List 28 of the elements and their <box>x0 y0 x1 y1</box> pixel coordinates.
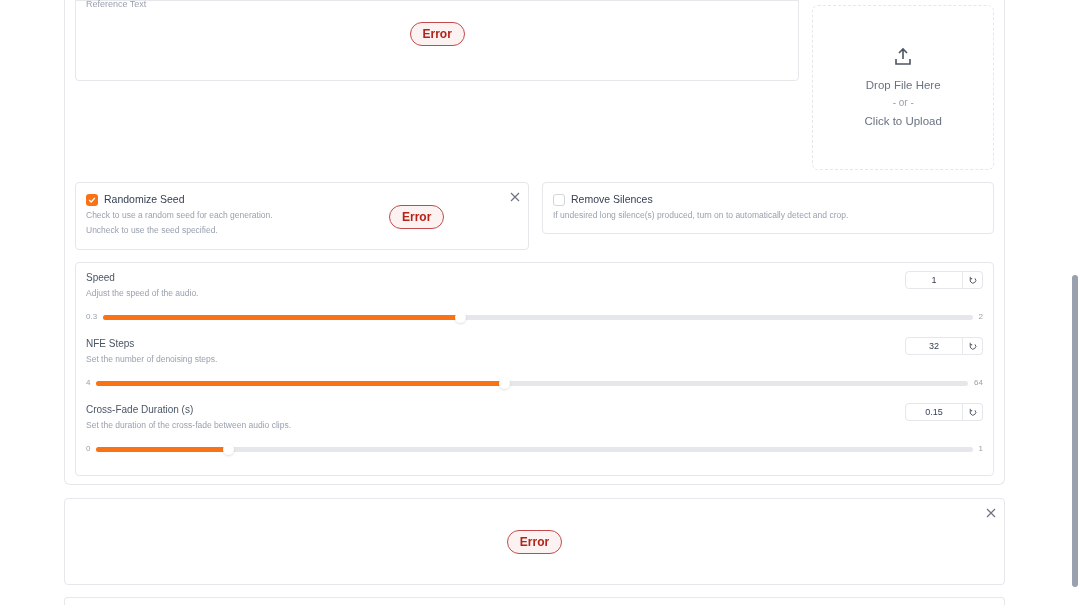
file-upload-area[interactable]: Drop File Here - or - Click to Upload <box>812 5 994 170</box>
number-field[interactable]: 0.15 <box>905 403 963 421</box>
field-label: Reference Text <box>86 0 147 9</box>
slider-label: NFE Steps <box>86 337 136 351</box>
upload-text: Click to Upload <box>864 113 942 129</box>
error-badge: Error <box>409 22 465 46</box>
info-text: Set the number of denoising steps. <box>86 353 218 366</box>
slider-min: 0.3 <box>86 311 98 323</box>
slider-label: Speed <box>86 271 116 285</box>
error-badge: Error <box>389 205 445 229</box>
info-text: If undesired long silence(s) produced, turn on to automatically detect and crop. <box>553 208 849 222</box>
info-text: Adjust the speed of the audio. <box>86 287 199 300</box>
upload-text: Drop File Here <box>865 77 941 93</box>
slider-min: 4 <box>86 377 91 389</box>
slider-max: 1 <box>978 443 983 455</box>
slider-label: Cross-Fade Duration (s) <box>86 403 195 417</box>
number-field[interactable]: 1 <box>905 271 963 289</box>
slider-max: 2 <box>978 311 983 323</box>
info-text: Check to use a random seed for each generation. <box>86 208 273 222</box>
checkbox-label: Randomize Seed <box>104 192 185 207</box>
slider-max: 64 <box>974 377 983 389</box>
slider-min: 0 <box>86 443 91 455</box>
info-text: Set the duration of the cross-fade between audio clips. <box>86 419 292 432</box>
number-field[interactable]: 32 <box>905 337 963 355</box>
info-text: Uncheck to use the seed specified. <box>86 223 218 237</box>
error-badge: Error <box>506 529 563 554</box>
upload-text: - or - <box>892 95 914 110</box>
checkbox-label: Remove Silences <box>571 192 653 207</box>
